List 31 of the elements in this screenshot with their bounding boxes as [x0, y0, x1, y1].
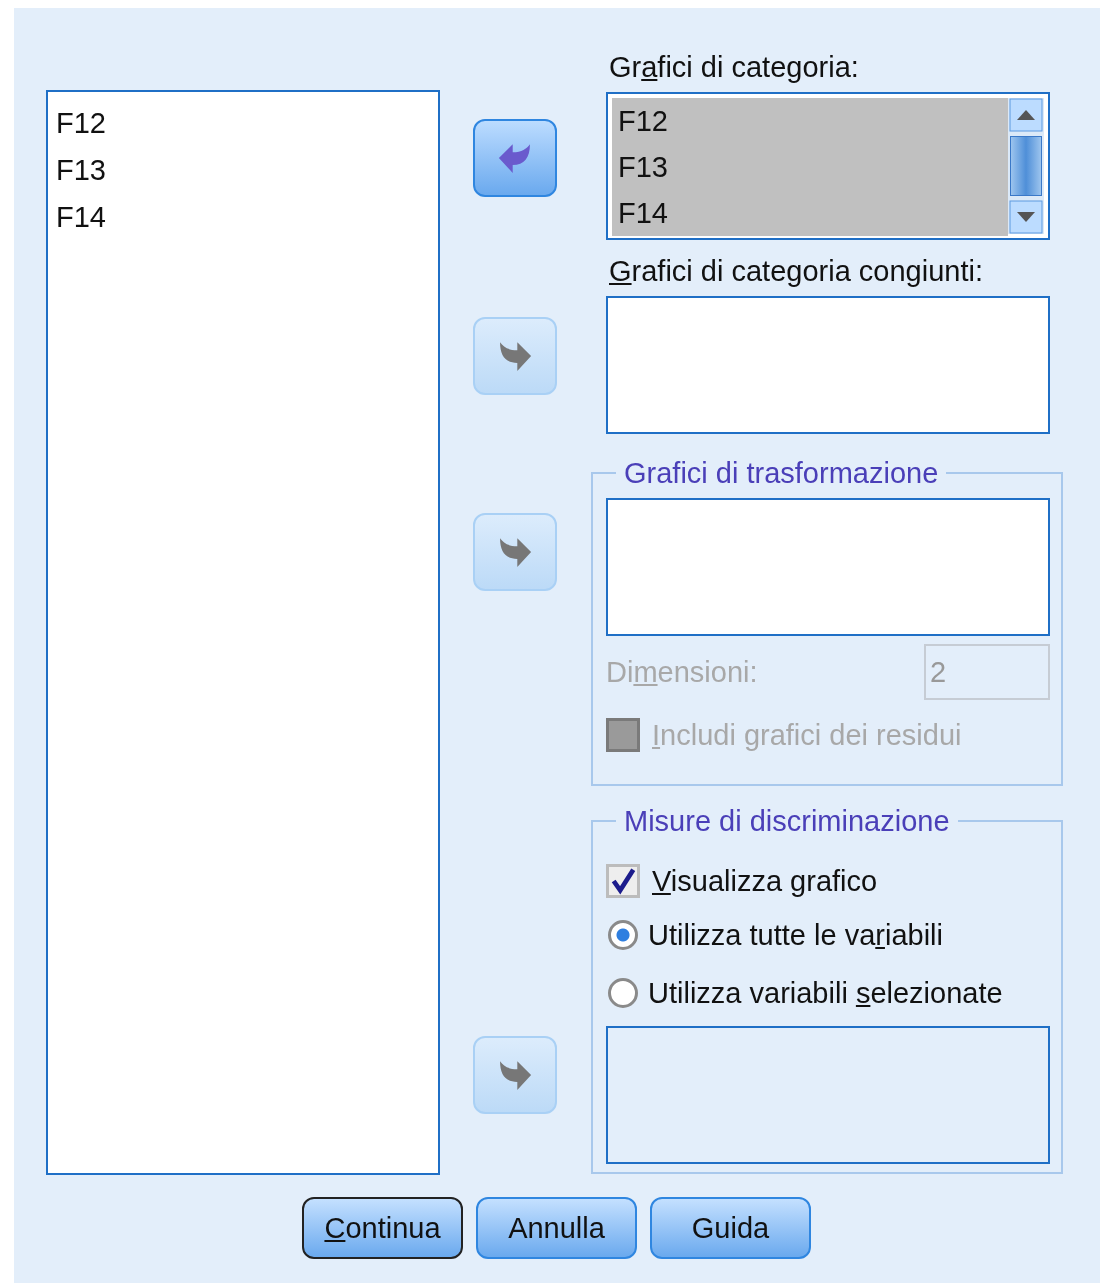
- variable-list[interactable]: F12 F13 F14: [46, 90, 440, 1175]
- move-button[interactable]: [473, 119, 557, 197]
- group-title: Misure di discriminazione: [623, 804, 951, 838]
- field-label: Dimensioni:: [606, 655, 758, 689]
- transformation-plots-list[interactable]: [606, 498, 1050, 636]
- joint-plots-list[interactable]: [606, 296, 1050, 434]
- scroll-up-icon[interactable]: [1008, 98, 1044, 132]
- group-title: Grafici di trasformazione: [623, 456, 940, 490]
- radio-label: Utilizza variabili selezionate: [648, 976, 1003, 1010]
- category-plots-list[interactable]: F12 F13 F14: [606, 92, 1050, 240]
- field-label: Grafici di categoria congiunti:: [609, 254, 984, 289]
- selected-variables-list[interactable]: [606, 1026, 1050, 1164]
- checkbox[interactable]: [606, 864, 640, 898]
- scroll-down-icon[interactable]: [1008, 200, 1044, 234]
- checkbox-label: Includi grafici dei residui: [652, 718, 962, 752]
- checkbox-label: Visualizza grafico: [652, 864, 878, 898]
- radio-label: Utilizza tutte le variabili: [648, 918, 943, 952]
- dialog-button[interactable]: Guida: [650, 1197, 811, 1259]
- radio-button[interactable]: [608, 920, 638, 950]
- list-item[interactable]: F12: [612, 98, 1008, 144]
- radio-button[interactable]: [608, 978, 638, 1008]
- list-item[interactable]: F13: [612, 144, 1008, 190]
- list-item[interactable]: F14: [612, 190, 1008, 236]
- scroll-thumb[interactable]: [1010, 136, 1042, 196]
- scrollbar[interactable]: [1008, 98, 1044, 234]
- list-item[interactable]: F13: [54, 147, 432, 194]
- field-label: Grafici di categoria:: [609, 50, 860, 85]
- list-item[interactable]: F12: [54, 100, 432, 147]
- list-item[interactable]: F14: [54, 194, 432, 241]
- dialog-button[interactable]: Annulla: [476, 1197, 637, 1259]
- dialog-button[interactable]: Continua: [302, 1197, 463, 1259]
